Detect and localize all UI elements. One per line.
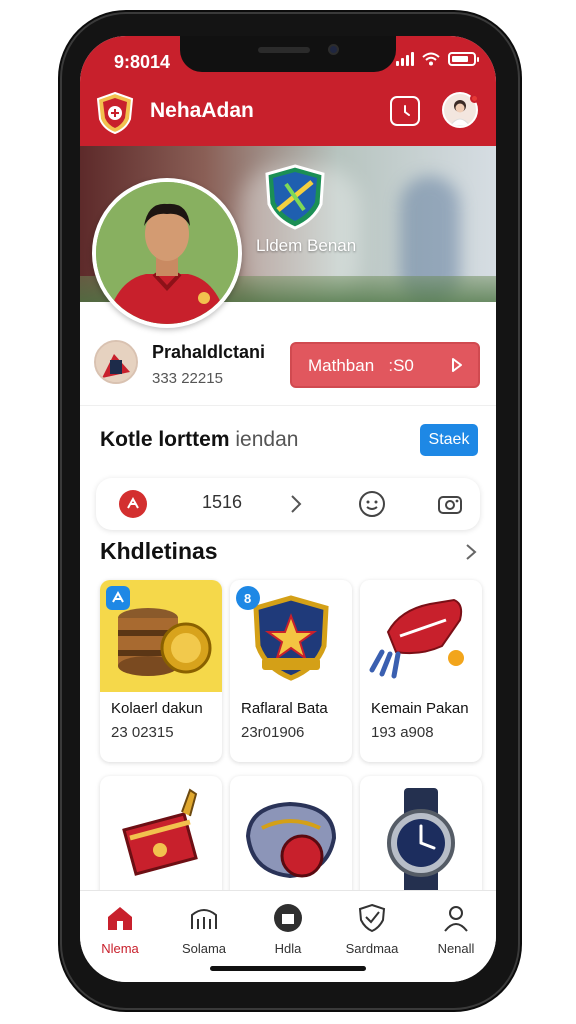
red-boot-icon bbox=[369, 598, 464, 679]
card-tag-icon bbox=[106, 586, 130, 610]
chevron-right-icon[interactable] bbox=[288, 490, 304, 518]
nav-label: Nenall bbox=[437, 941, 475, 956]
status-icons bbox=[396, 52, 479, 66]
nav-label: Nlema bbox=[101, 941, 139, 956]
wristwatch-icon bbox=[387, 788, 455, 904]
collection-card[interactable] bbox=[360, 776, 482, 906]
nav-shop[interactable]: Hdla bbox=[248, 903, 328, 956]
card-price: 193 a908 bbox=[371, 724, 434, 741]
stadium-icon bbox=[191, 909, 217, 929]
balloon-icon[interactable] bbox=[118, 490, 148, 518]
player-portrait bbox=[96, 182, 238, 324]
chevron-right-icon bbox=[452, 358, 462, 372]
section-title: Kotle lorttem iendan bbox=[100, 428, 299, 451]
card-image bbox=[360, 580, 482, 692]
shop-icon bbox=[274, 904, 302, 932]
player-photo[interactable] bbox=[92, 178, 242, 328]
collection-card[interactable]: Kolaerl dakun 23 02315 bbox=[100, 580, 222, 762]
notch bbox=[180, 36, 396, 72]
profile-name: Prahaldlctani bbox=[152, 342, 266, 362]
collection-card[interactable]: Kemain Pakan 193 a908 bbox=[360, 580, 482, 762]
notification-dot bbox=[470, 94, 479, 103]
card-name: Raflaral Bata bbox=[241, 700, 328, 717]
card-price: 23r01906 bbox=[241, 724, 305, 741]
section-action-button[interactable]: Staek bbox=[420, 424, 478, 456]
see-all-chevron-icon[interactable] bbox=[464, 542, 478, 562]
collection-title: Khdletinas bbox=[100, 538, 218, 564]
nav-label: Sardmaa bbox=[345, 941, 399, 956]
nav-label: Hdla bbox=[274, 941, 302, 956]
quick-icon-bar: 1516 bbox=[96, 478, 480, 530]
svg-text:8: 8 bbox=[244, 591, 251, 606]
app-title: NehaAdan bbox=[150, 99, 254, 122]
profile-avatar-icon bbox=[96, 342, 136, 382]
home-indicator[interactable] bbox=[210, 966, 366, 971]
icon-bar-value: 1516 bbox=[202, 492, 243, 512]
collection-card[interactable]: 8 Raflaral Bata 23r01906 bbox=[230, 580, 352, 762]
profile-stats: 333 22215 bbox=[152, 370, 223, 387]
profile-row: Prahaldlctani 333 22215 Mathban :S0 bbox=[80, 318, 496, 406]
shield-check-icon bbox=[358, 903, 386, 933]
collection-card[interactable] bbox=[230, 776, 352, 906]
glove-ball-icon bbox=[245, 801, 337, 879]
clock-icon bbox=[404, 105, 410, 116]
cta-button[interactable]: Mathban :S0 bbox=[290, 342, 480, 388]
camera-icon[interactable] bbox=[436, 490, 464, 518]
profile-icon bbox=[444, 906, 468, 932]
red-bag-icon bbox=[122, 788, 198, 876]
home-icon bbox=[108, 907, 132, 930]
clock-button[interactable] bbox=[390, 96, 420, 126]
nav-label: Solama bbox=[181, 941, 227, 956]
team-badge-icon bbox=[265, 164, 325, 230]
card-price: 23 02315 bbox=[111, 724, 174, 741]
team-name: Lldem Benan bbox=[256, 236, 357, 255]
status-time: 9:8014 bbox=[114, 52, 171, 72]
nav-profile[interactable]: Nenall bbox=[416, 903, 496, 956]
section-header: Kotle lorttem iendan Staek bbox=[80, 406, 496, 476]
nav-stadium[interactable]: Solama bbox=[164, 903, 244, 956]
smiley-icon[interactable] bbox=[358, 490, 386, 518]
cta-label: Mathban :S0 bbox=[308, 356, 414, 375]
card-tag-icon: 8 bbox=[236, 586, 260, 610]
nav-shield[interactable]: Sardmaa bbox=[332, 903, 412, 956]
app-screen: 9:8014 NehaAdan Lldem Benan Prahaldlctan… bbox=[80, 36, 496, 982]
club-shield-icon bbox=[96, 92, 134, 134]
collection-card[interactable] bbox=[100, 776, 222, 906]
battery-icon bbox=[448, 52, 479, 66]
card-name: Kemain Pakan bbox=[371, 700, 469, 717]
card-name: Kolaerl dakun bbox=[111, 700, 203, 717]
signal-icon bbox=[396, 52, 414, 66]
wifi-icon bbox=[422, 52, 440, 66]
nav-home[interactable]: Nlema bbox=[80, 903, 160, 956]
profile-avatar[interactable] bbox=[94, 340, 138, 384]
